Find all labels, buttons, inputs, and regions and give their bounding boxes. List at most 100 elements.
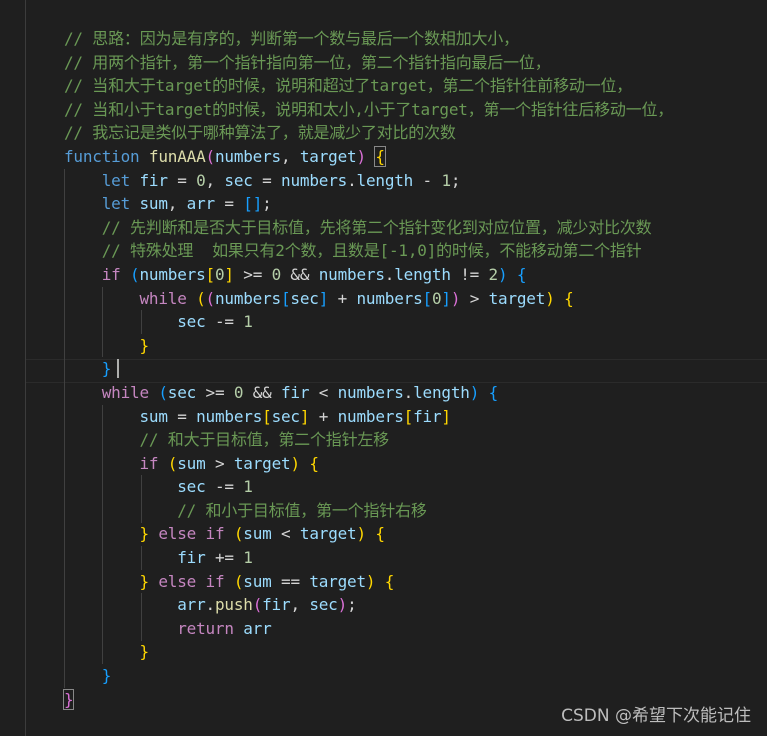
- code-token: 2: [488, 264, 499, 284]
- code-token: length: [413, 382, 470, 402]
- code-token: if: [139, 453, 159, 473]
- code-token: ): [450, 288, 461, 308]
- code-token: }: [101, 359, 112, 379]
- code-token: 1: [441, 170, 451, 190]
- code-token: sum: [243, 571, 272, 591]
- code-line[interactable]: fir += 1: [64, 546, 673, 570]
- code-token: ,: [205, 170, 225, 190]
- code-token: ==: [271, 571, 310, 591]
- code-token: sec: [309, 595, 338, 615]
- code-line[interactable]: let fir = 0, sec = numbers.length - 1;: [64, 169, 673, 193]
- code-token: <: [309, 382, 338, 402]
- code-line[interactable]: // 当和小于target的时候，说明和太小,小于了target，第一个指针往后…: [64, 98, 673, 122]
- code-token: numbers: [196, 406, 263, 426]
- code-token: ;: [262, 194, 272, 214]
- code-token: [: [262, 406, 272, 426]
- code-token: numbers: [139, 264, 206, 284]
- code-token: >: [460, 288, 489, 308]
- code-line[interactable]: // 特殊处理 如果只有2个数，且数是[-1,0]的时候，不能移动第二个指针: [64, 239, 673, 263]
- code-token: fir: [413, 406, 442, 426]
- code-token: >=: [196, 382, 234, 402]
- watermark: CSDN @希望下次能记住: [561, 706, 751, 726]
- code-token: >=: [233, 264, 272, 284]
- code-token: ): [469, 382, 480, 402]
- code-token: sum: [139, 406, 168, 426]
- code-token: sec: [177, 477, 206, 497]
- code-line[interactable]: sum = numbers[sec] + numbers[fir]: [64, 405, 673, 429]
- code-token: (: [205, 288, 216, 308]
- code-line[interactable]: // 当和大于target的时候，说明和超过了target，第二个指针往前移动一…: [64, 74, 673, 98]
- code-token: // 和大于目标值，第二个指针左移: [139, 430, 389, 450]
- code-token: +: [328, 288, 357, 308]
- code-token: funAAA: [148, 146, 206, 166]
- code-line[interactable]: let sum, arr = [];: [64, 192, 673, 216]
- code-token: +: [309, 406, 338, 426]
- code-token: fir: [139, 170, 168, 190]
- code-token: &&: [281, 264, 319, 284]
- code-token: // 用两个指针，第一个指针指向第一位，第二个指针指向最后一位，: [64, 52, 551, 72]
- code-line[interactable]: while ((numbers[sec] + numbers[0]) > tar…: [64, 287, 673, 311]
- code-line[interactable]: // 我忘记是类似于哪种算法了，就是减少了对比的次数: [64, 121, 673, 145]
- code-line[interactable]: sec -= 1: [64, 310, 673, 334]
- code-token: (: [205, 146, 216, 166]
- code-token: {: [374, 145, 386, 167]
- code-line[interactable]: if (numbers[0] >= 0 && numbers.length !=…: [64, 263, 673, 287]
- code-token: ]: [224, 264, 234, 284]
- code-token: arr: [186, 194, 216, 214]
- code-line[interactable]: } else if (sum == target) {: [64, 570, 673, 594]
- code-token: {: [564, 288, 574, 308]
- code-token: numbers: [337, 382, 404, 402]
- code-token: -=: [205, 477, 244, 497]
- code-token: ]: [441, 288, 451, 308]
- code-line[interactable]: while (sec >= 0 && fir < numbers.length)…: [64, 381, 673, 405]
- code-token: {: [375, 524, 385, 544]
- code-line[interactable]: }: [64, 664, 673, 688]
- code-token: 1: [243, 312, 253, 332]
- code-token: }: [139, 571, 149, 591]
- code-token: numbers: [214, 288, 281, 308]
- code-line[interactable]: }: [64, 334, 673, 358]
- code-token: <: [271, 524, 300, 544]
- code-token: (: [158, 382, 168, 402]
- code-token: (: [233, 571, 244, 591]
- code-line[interactable]: // 先判断和是否大于目标值，先将第二个指针变化到对应位置，减少对比次数: [64, 216, 673, 240]
- code-token: fir: [262, 595, 291, 615]
- code-token: (: [196, 288, 206, 308]
- code-token: ;: [347, 595, 357, 615]
- code-token: (: [252, 595, 263, 615]
- code-token: }: [62, 688, 75, 710]
- code-line[interactable]: }: [64, 640, 673, 664]
- code-token: target: [233, 453, 291, 473]
- code-line[interactable]: // 和小于目标值，第一个指针右移: [64, 499, 673, 523]
- code-line[interactable]: arr.push(fir, sec);: [64, 593, 673, 617]
- code-line[interactable]: } else if (sum < target) {: [64, 522, 673, 546]
- code-token: ]: [299, 406, 310, 426]
- code-token: length: [356, 170, 414, 190]
- code-line[interactable]: }: [64, 357, 673, 381]
- code-line[interactable]: if (sum > target) {: [64, 452, 673, 476]
- code-token: if: [205, 571, 225, 591]
- code-token: // 当和小于target的时候，说明和太小,小于了target，第一个指针往后…: [64, 99, 674, 119]
- code-token: }: [139, 524, 149, 544]
- code-token: [: [422, 288, 433, 308]
- code-token: // 和小于目标值，第一个指针右移: [177, 500, 427, 520]
- code-line[interactable]: // 和大于目标值，第二个指针左移: [64, 428, 673, 452]
- code-token: .: [347, 170, 357, 190]
- code-content[interactable]: // 思路：因为是有序的，判断第一个数与最后一个数相加大小， // 用两个指针，第…: [62, 27, 673, 711]
- code-line[interactable]: // 用两个指针，第一个指针指向第一位，第二个指针指向最后一位，: [64, 51, 673, 75]
- code-line[interactable]: sec -= 1: [64, 475, 673, 499]
- code-editor[interactable]: // 思路：因为是有序的，判断第一个数与最后一个数相加大小， // 用两个指针，第…: [0, 0, 767, 736]
- code-token: sec: [177, 312, 206, 332]
- code-token: (: [233, 524, 244, 544]
- code-line[interactable]: return arr: [64, 617, 673, 641]
- code-line[interactable]: function funAAA(numbers, target) {: [64, 145, 673, 169]
- code-line[interactable]: // 思路：因为是有序的，判断第一个数与最后一个数相加大小，: [64, 27, 673, 51]
